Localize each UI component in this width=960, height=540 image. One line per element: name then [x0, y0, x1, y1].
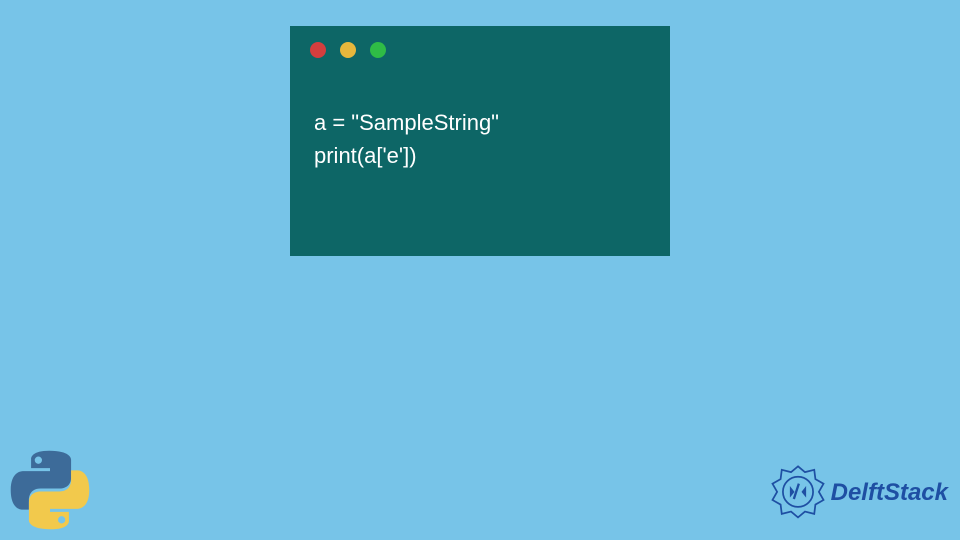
code-window: a = "SampleString" print(a['e']): [290, 26, 670, 256]
python-logo-icon: [10, 450, 90, 530]
close-icon: [310, 42, 326, 58]
delftstack-text: DelftStack: [831, 479, 948, 507]
window-traffic-lights: [290, 26, 670, 58]
code-body: a = "SampleString" print(a['e']): [290, 58, 670, 172]
delftstack-emblem-icon: [769, 464, 827, 522]
maximize-icon: [370, 42, 386, 58]
minimize-icon: [340, 42, 356, 58]
delftstack-logo: DelftStack: [769, 464, 948, 522]
code-line: print(a['e']): [314, 139, 646, 172]
code-line: a = "SampleString": [314, 106, 646, 139]
